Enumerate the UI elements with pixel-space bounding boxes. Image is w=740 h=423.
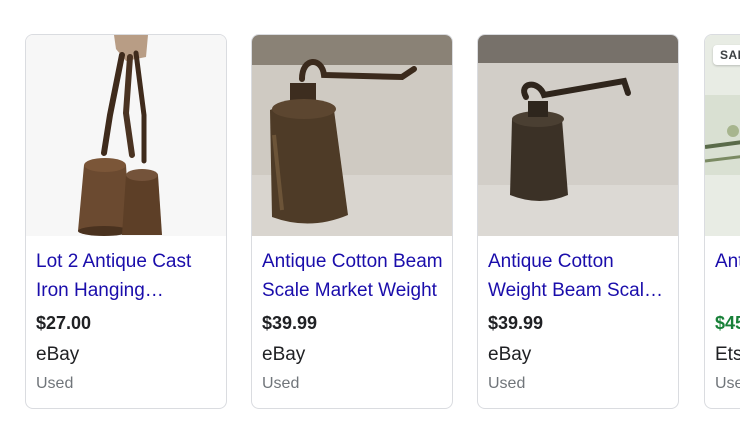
shopping-results-carousel: Lot 2 Antique Cast Iron Hanging Weights … bbox=[0, 0, 740, 423]
product-card[interactable]: Lot 2 Antique Cast Iron Hanging Weights … bbox=[25, 34, 227, 409]
product-title-link[interactable]: Antique Cotton Beam Scale Market Weight bbox=[262, 247, 444, 305]
product-title-link[interactable]: Lot 2 Antique Cast Iron Hanging Weights bbox=[36, 247, 218, 305]
product-card[interactable]: Antique Cotton Weight Beam Scale Weight … bbox=[477, 34, 679, 409]
product-image[interactable]: SALE bbox=[705, 35, 740, 236]
product-price: $45 bbox=[715, 313, 740, 333]
product-image[interactable] bbox=[26, 35, 226, 236]
product-seller: eBay bbox=[488, 344, 532, 365]
product-seller: eBay bbox=[262, 344, 306, 365]
product-condition: Used bbox=[262, 375, 300, 392]
product-condition: Used bbox=[488, 375, 526, 392]
product-title-link[interactable]: Antique Weight bbox=[715, 247, 740, 276]
product-condition: Used bbox=[36, 375, 74, 392]
product-image[interactable] bbox=[478, 35, 678, 236]
product-seller: eBay bbox=[36, 344, 80, 365]
product-card[interactable]: SALE Antique Weight $45 Etsy Used bbox=[704, 34, 740, 409]
sale-badge: SALE bbox=[713, 45, 740, 65]
product-image[interactable] bbox=[252, 35, 452, 236]
product-condition: Used bbox=[715, 375, 740, 392]
product-title-link[interactable]: Antique Cotton Weight Beam Scale Weight bbox=[488, 247, 670, 305]
product-card[interactable]: Antique Cotton Beam Scale Market Weight … bbox=[251, 34, 453, 409]
product-price: $39.99 bbox=[262, 313, 318, 333]
product-price: $27.00 bbox=[36, 313, 92, 333]
product-price: $39.99 bbox=[488, 313, 544, 333]
product-seller: Etsy bbox=[715, 344, 740, 365]
